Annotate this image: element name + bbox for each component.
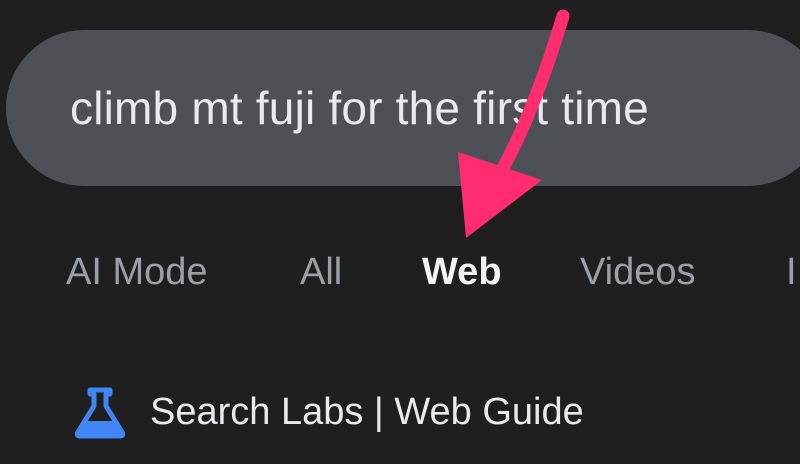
search-tabs: AI Mode All Web Videos I bbox=[0, 244, 800, 300]
flask-icon bbox=[72, 384, 128, 440]
tab-images-partial[interactable]: I bbox=[786, 244, 797, 300]
tab-ai-mode[interactable]: AI Mode bbox=[66, 244, 208, 300]
search-labs-label: Search Labs | Web Guide bbox=[150, 390, 584, 433]
search-labs-banner[interactable]: Search Labs | Web Guide bbox=[72, 384, 584, 440]
tab-all[interactable]: All bbox=[300, 244, 342, 300]
search-results-page: climb mt fuji for the first time AI Mode… bbox=[0, 0, 800, 464]
tab-videos[interactable]: Videos bbox=[580, 244, 696, 300]
search-bar[interactable]: climb mt fuji for the first time bbox=[6, 30, 800, 186]
tab-web[interactable]: Web bbox=[422, 244, 502, 300]
search-query-text[interactable]: climb mt fuji for the first time bbox=[70, 76, 649, 140]
